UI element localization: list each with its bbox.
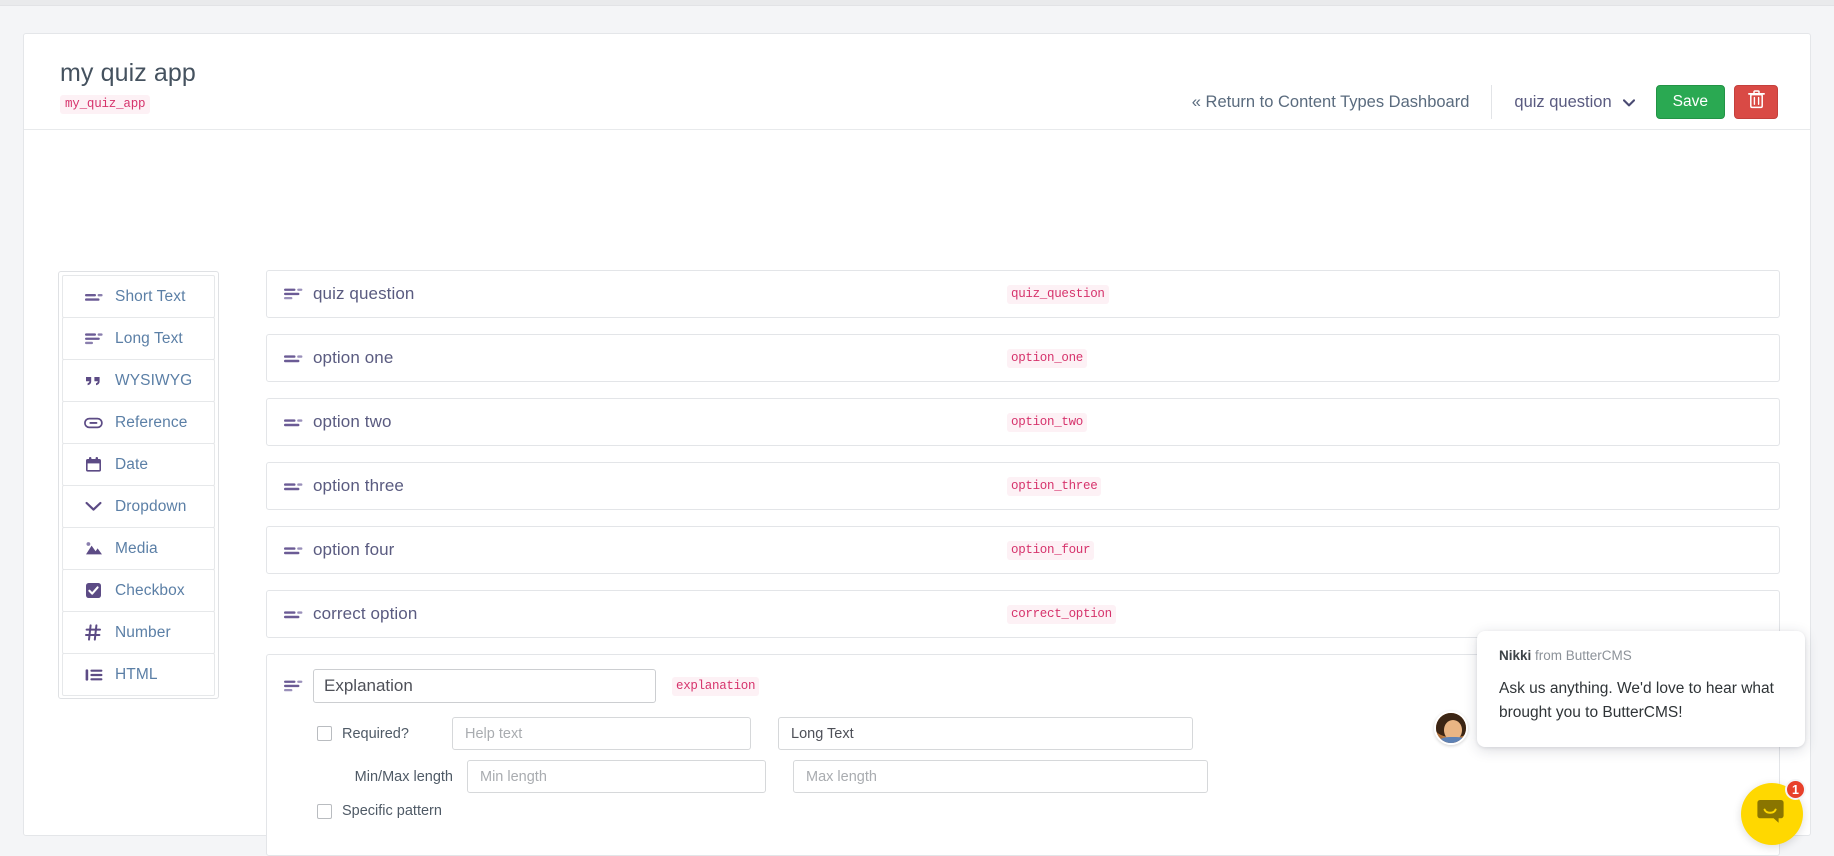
palette-item-label: Media xyxy=(115,539,158,557)
palette-item-number[interactable]: Number xyxy=(62,611,215,654)
palette-item-dropdown[interactable]: Dropdown xyxy=(62,485,215,528)
list-icon xyxy=(84,665,103,684)
short-text-icon xyxy=(282,480,304,493)
intercom-sender-suffix: from ButterCMS xyxy=(1531,648,1632,663)
palette-item-short-text[interactable]: Short Text xyxy=(62,275,215,318)
table-row[interactable]: option four option_four xyxy=(266,526,1780,574)
table-row[interactable]: quiz question quiz_question xyxy=(266,270,1780,318)
field-list: quiz question quiz_question option one o… xyxy=(266,270,1780,856)
intercom-message-text: Ask us anything. We'd love to hear what … xyxy=(1499,680,1774,721)
minmax-label-cell: Min/Max length xyxy=(302,769,467,785)
palette-item-label: Long Text xyxy=(115,329,183,347)
intercom-sender: Nikki from ButterCMS xyxy=(1499,648,1784,663)
delete-content-type-button[interactable] xyxy=(1734,85,1778,119)
field-name: option two xyxy=(313,412,392,431)
field-slug-badge: correct_option xyxy=(1007,604,1116,624)
palette-item-label: HTML xyxy=(115,665,158,683)
chevron-down-icon xyxy=(1622,98,1635,106)
short-text-icon xyxy=(282,608,304,621)
palette-item-label: Checkbox xyxy=(115,581,185,599)
field-type-input[interactable] xyxy=(778,717,1193,750)
palette-item-label: Short Text xyxy=(115,287,186,305)
field-slug-badge: quiz_question xyxy=(1007,284,1109,304)
min-length-input[interactable] xyxy=(467,760,766,793)
table-row[interactable]: option one option_one xyxy=(266,334,1780,382)
avatar xyxy=(1434,711,1468,745)
field-slug-badge: option_two xyxy=(1007,412,1088,432)
palette-item-label: Number xyxy=(115,623,171,641)
palette-item-label: WYSIWYG xyxy=(115,371,193,389)
short-text-icon xyxy=(282,544,304,557)
editor-header: my quiz app my_quiz_app « Return to Cont… xyxy=(24,34,1810,130)
settings-row-minmax: Min/Max length xyxy=(302,760,1779,793)
palette-item-label: Reference xyxy=(115,413,188,431)
chevron-down-icon xyxy=(84,497,103,516)
field-slug-badge: option_three xyxy=(1007,476,1102,496)
field-name: correct option xyxy=(313,604,418,623)
content-type-dropdown-value: quiz question xyxy=(1514,92,1612,111)
chat-bubble-icon xyxy=(1757,798,1787,831)
palette-item-long-text[interactable]: Long Text xyxy=(62,317,215,360)
calendar-icon xyxy=(84,455,103,474)
field-name-input[interactable] xyxy=(313,669,656,703)
field-type-palette: Short Text Long Text WYSIWYG Reference D… xyxy=(58,271,219,699)
table-row[interactable]: option three option_three xyxy=(266,462,1780,510)
specific-pattern-checkbox[interactable] xyxy=(317,803,332,819)
intercom-message-popup[interactable]: Nikki from ButterCMS Ask us anything. We… xyxy=(1477,631,1805,747)
chat-unread-badge: 1 xyxy=(1785,779,1806,800)
settings-row-pattern: Specific pattern xyxy=(302,803,1779,819)
link-icon xyxy=(84,413,103,432)
hash-icon xyxy=(84,623,103,642)
field-slug-badge: explanation xyxy=(672,676,760,696)
image-icon xyxy=(84,539,103,558)
help-text-input[interactable] xyxy=(452,717,751,750)
required-checkbox-cell: Required? xyxy=(302,726,452,742)
specific-pattern-label: Specific pattern xyxy=(342,803,442,819)
quote-icon xyxy=(84,371,103,390)
short-text-icon xyxy=(282,352,304,365)
field-slug-badge: option_one xyxy=(1007,348,1088,368)
window-top-strip xyxy=(0,0,1834,6)
header-actions: « Return to Content Types Dashboard quiz… xyxy=(1192,84,1778,120)
field-name: option one xyxy=(313,348,394,367)
palette-item-checkbox[interactable]: Checkbox xyxy=(62,569,215,612)
checkbox-icon xyxy=(84,581,103,600)
short-text-icon xyxy=(282,416,304,429)
trash-icon xyxy=(1747,90,1765,114)
short-text-icon xyxy=(84,287,103,306)
palette-item-reference[interactable]: Reference xyxy=(62,401,215,444)
return-to-dashboard-link[interactable]: « Return to Content Types Dashboard xyxy=(1192,93,1492,112)
palette-item-date[interactable]: Date xyxy=(62,443,215,486)
field-name: option four xyxy=(313,540,395,559)
long-text-icon xyxy=(282,678,304,694)
field-name: option three xyxy=(313,476,404,495)
field-slug-badge: option_four xyxy=(1007,540,1095,560)
title-block: my quiz app my_quiz_app xyxy=(60,58,196,114)
long-text-icon xyxy=(84,329,103,348)
table-row[interactable]: option two option_two xyxy=(266,398,1780,446)
long-text-icon xyxy=(282,286,304,302)
field-name: quiz question xyxy=(313,284,415,303)
content-type-dropdown[interactable]: quiz question xyxy=(1492,93,1655,112)
palette-item-html[interactable]: HTML xyxy=(62,653,215,696)
palette-item-label: Dropdown xyxy=(115,497,187,515)
save-button[interactable]: Save xyxy=(1655,84,1725,120)
page-title: my quiz app xyxy=(60,59,196,87)
required-checkbox[interactable] xyxy=(317,726,332,741)
palette-item-wysiwyg[interactable]: WYSIWYG xyxy=(62,359,215,402)
max-length-input[interactable] xyxy=(793,760,1208,793)
palette-item-media[interactable]: Media xyxy=(62,527,215,570)
minmax-length-label: Min/Max length xyxy=(354,768,453,785)
palette-item-label: Date xyxy=(115,455,149,473)
intercom-sender-name: Nikki xyxy=(1499,648,1532,663)
required-label: Required? xyxy=(342,725,409,742)
pattern-checkbox-cell: Specific pattern xyxy=(302,803,452,819)
content-type-slug-badge: my_quiz_app xyxy=(60,95,151,114)
